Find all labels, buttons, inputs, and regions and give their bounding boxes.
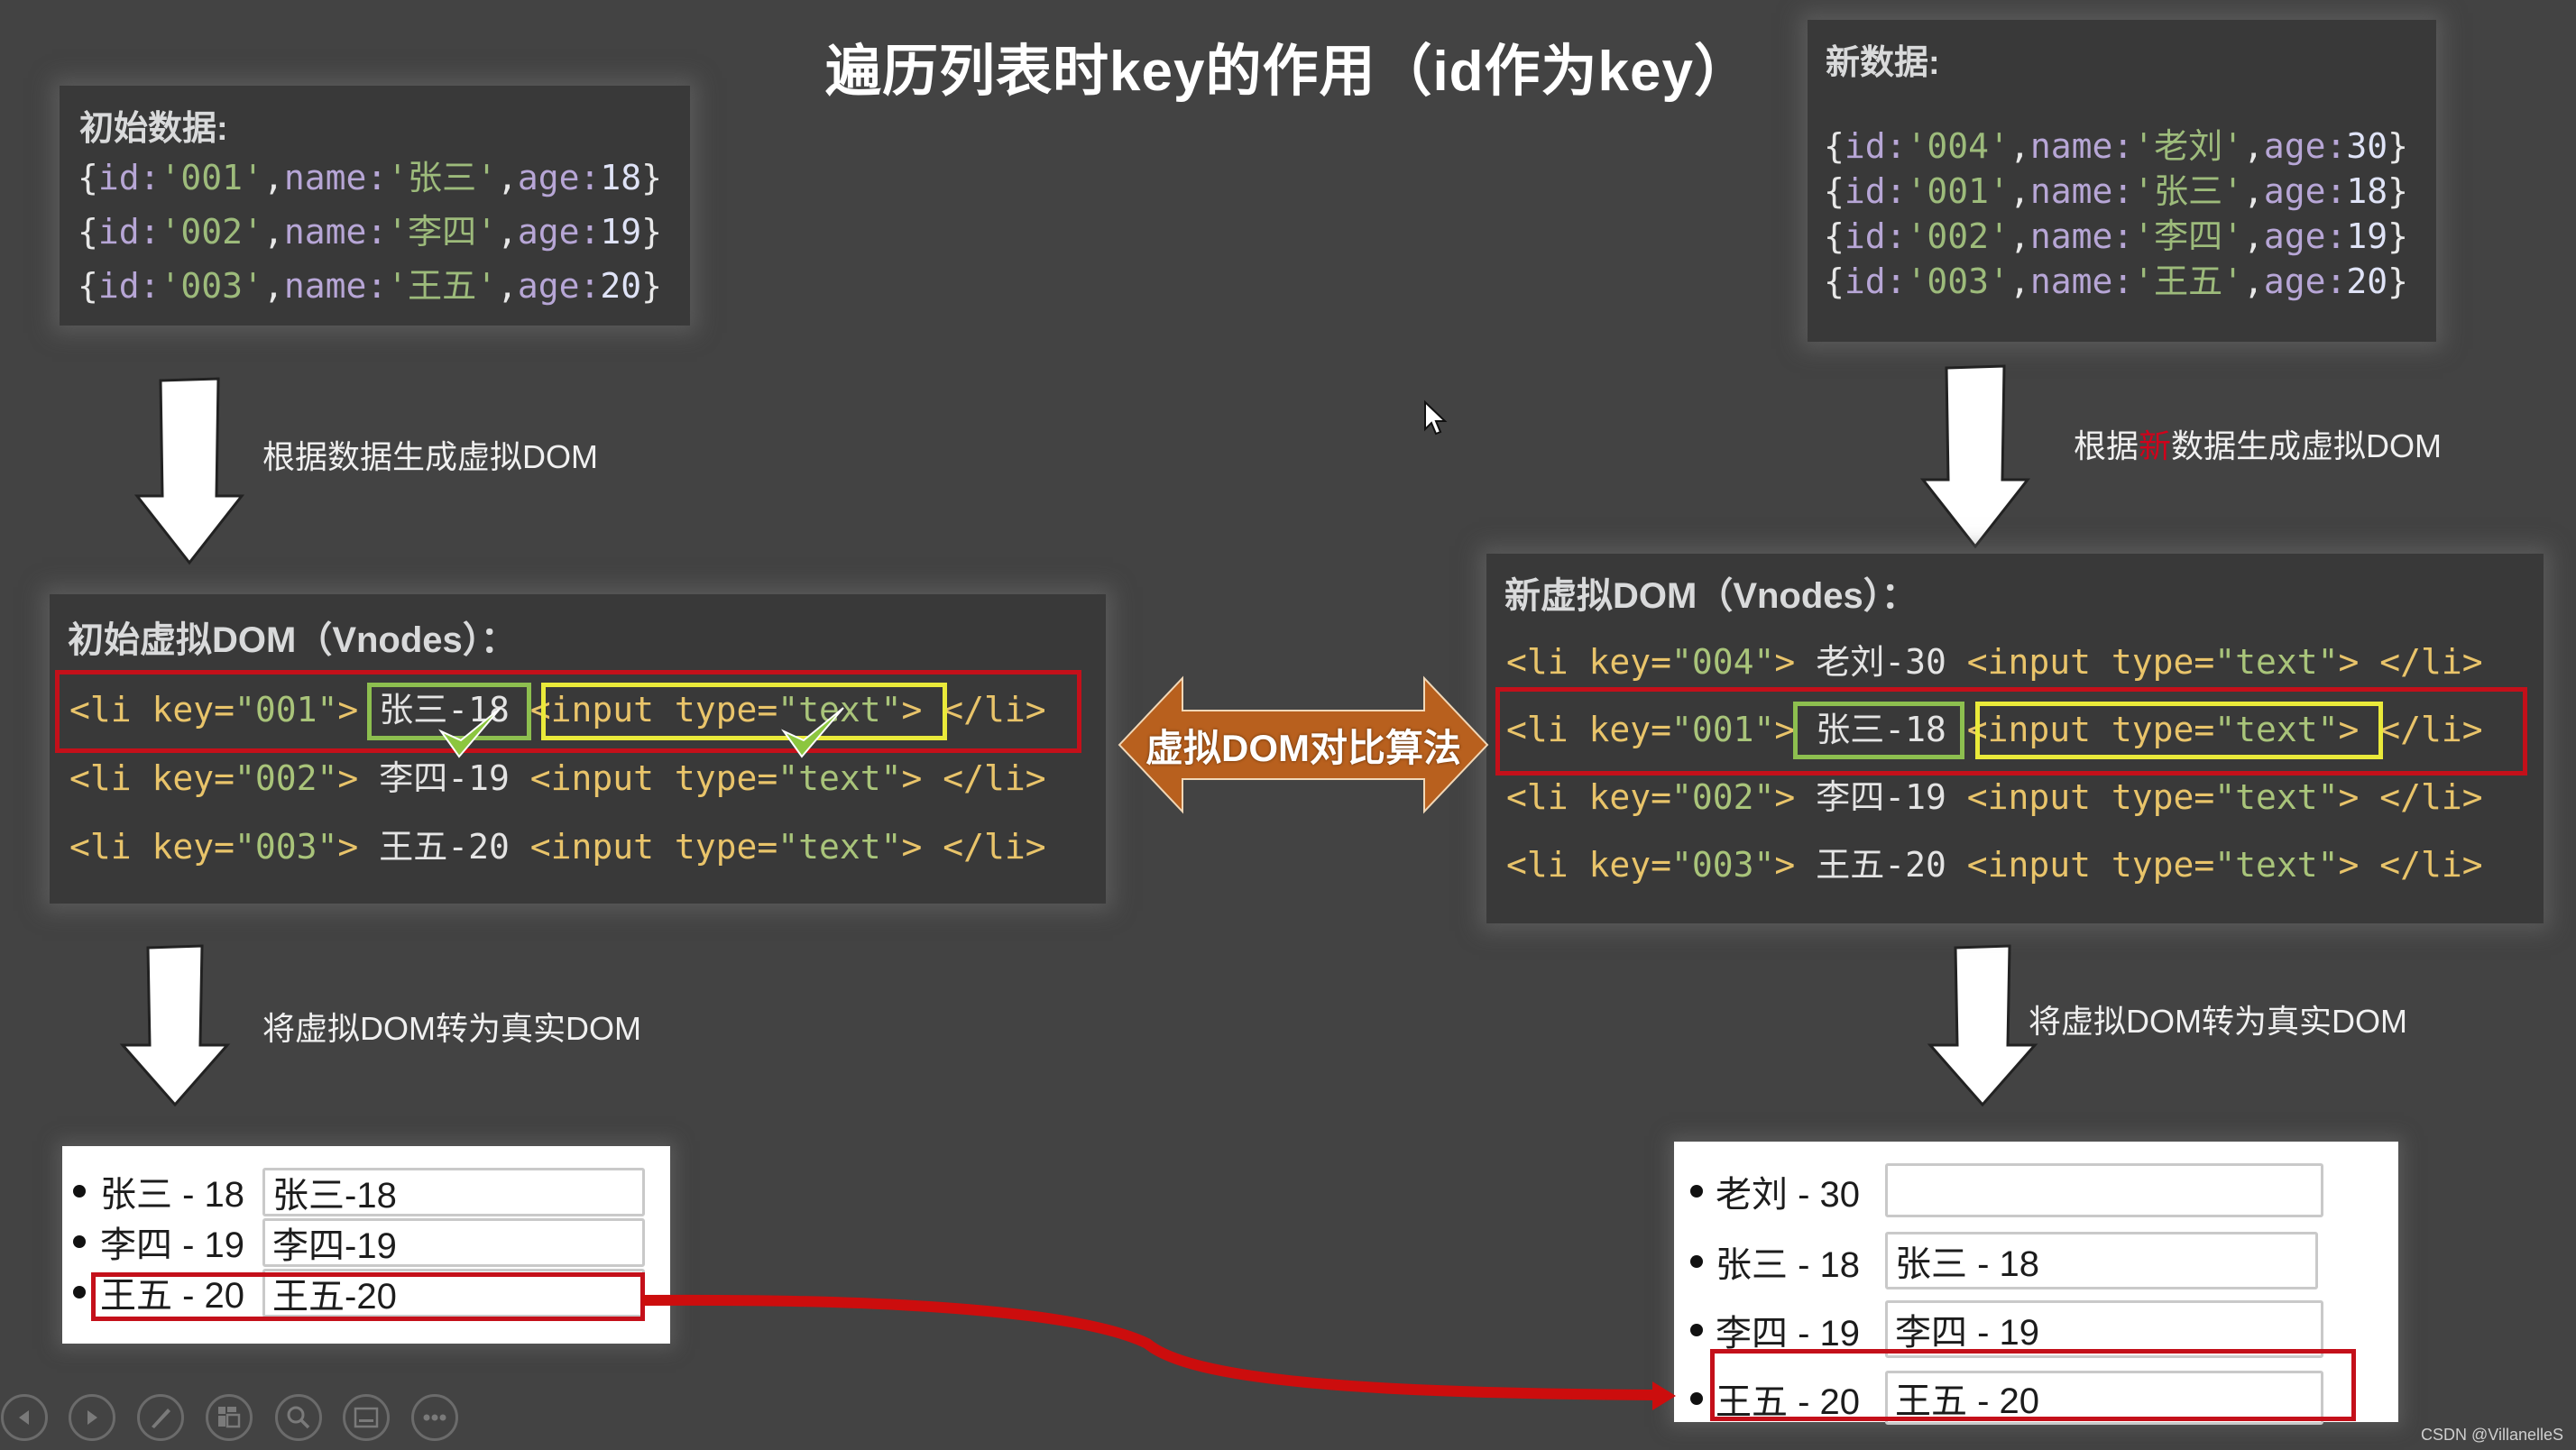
slides-overview-button[interactable] — [206, 1394, 253, 1441]
pen-icon — [152, 1409, 170, 1428]
subtitles-icon — [354, 1407, 379, 1428]
slides-overview-icon — [218, 1407, 241, 1428]
connector-arrow — [641, 1294, 1676, 1410]
next-slide-icon — [87, 1410, 97, 1425]
more-options-button[interactable] — [411, 1394, 458, 1441]
previous-slide-icon — [19, 1410, 29, 1425]
subtitles-button[interactable] — [343, 1394, 390, 1441]
pen-button[interactable] — [137, 1394, 184, 1441]
more-options-icon — [423, 1414, 446, 1421]
next-slide-button[interactable] — [69, 1394, 115, 1441]
watermark: CSDN @VillanelleS — [2420, 1426, 2563, 1444]
mouse-cursor-icon — [1424, 399, 1448, 436]
previous-slide-button[interactable] — [1, 1394, 48, 1441]
zoom-icon — [287, 1406, 310, 1429]
zoom-button[interactable] — [275, 1394, 322, 1441]
